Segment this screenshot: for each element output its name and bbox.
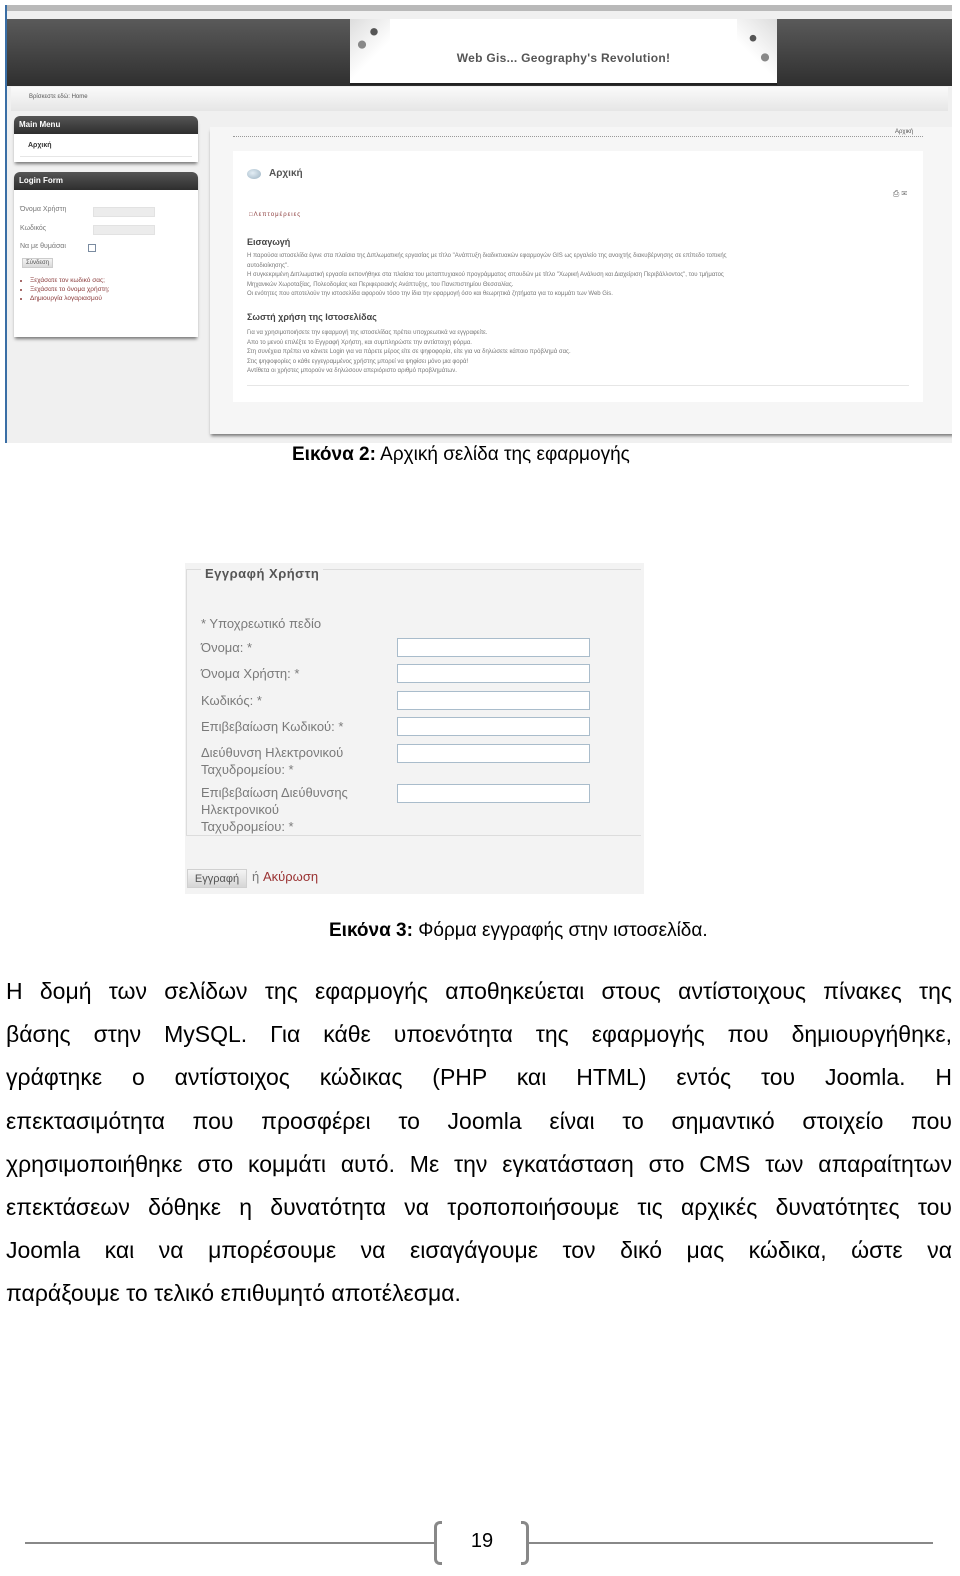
confirm-email-label-line: Ταχυδρομείου: * xyxy=(201,819,294,834)
caption-text: Φόρμα εγγραφής στην ιστοσελίδα. xyxy=(412,920,708,941)
intro-line: αυτοδιοίκησης". xyxy=(247,262,289,269)
usage-text: Για να χρησιμοποιήσετε την εφαρμογή της … xyxy=(247,329,907,377)
details-toggle[interactable]: □Λεπτομέρειες xyxy=(249,212,301,218)
password-label: Κωδικός xyxy=(20,225,47,232)
top-strip xyxy=(7,5,952,11)
or-text: ή xyxy=(252,869,260,884)
site-banner: Web Gis... Geography's Revolution! xyxy=(350,19,777,85)
usage-line: Απο το μενού επιλέξτε το Εγγραφή Χρήστη,… xyxy=(247,339,472,346)
paragraph-line: Joomla και να μπορέσουμε να εισαγάγουμε … xyxy=(6,1237,952,1264)
login-button[interactable]: Σύνδεση xyxy=(22,258,54,268)
ornament-right-icon xyxy=(737,19,777,83)
intro-line: Η συγκεκριμένη Διπλωματική εργασία εκπον… xyxy=(247,272,724,279)
email-input[interactable] xyxy=(397,744,590,763)
login-form-title: Login Form xyxy=(14,172,198,190)
article: Αρχική ⎙ ✉ □Λεπτομέρειες Εισαγωγή Η παρο… xyxy=(233,151,923,402)
main-menu-title: Main Menu xyxy=(14,116,198,134)
intro-line: Η παρούσα ιστοσελίδα έγινε στα πλαίσια τ… xyxy=(247,253,727,259)
password-label: Κωδικός: * xyxy=(201,693,262,708)
intro-line: Οι ενότητες που αποτελούν την ιστοσελίδα… xyxy=(247,291,613,298)
name-input[interactable] xyxy=(397,638,590,657)
menu-item-home[interactable]: Αρχική xyxy=(20,134,192,157)
article-title: Αρχική xyxy=(247,168,303,179)
register-button[interactable]: Εγγραφή xyxy=(187,869,247,888)
paragraph-line: Η δομή των σελίδων της εφαρμογής αποθηκε… xyxy=(6,978,952,1004)
breadcrumb: Βρίσκεστε εδώ: Home xyxy=(29,94,88,100)
usage-line: Αντίθετα οι χρήστες μπορούν να δηλώσουν … xyxy=(247,368,457,375)
email-icon[interactable]: ✉ xyxy=(901,189,907,198)
article-divider xyxy=(247,385,909,386)
main-menu-module: Main Menu Αρχική xyxy=(14,116,198,162)
email-label-line: Ταχυδρομείου: * xyxy=(201,762,294,777)
intro-heading: Εισαγωγή xyxy=(247,237,291,247)
figure-registration-form: Εγγραφή Χρήστη * Υποχρεωτικό πεδίο Όνομα… xyxy=(185,563,644,894)
confirm-email-label-line: Ηλεκτρονικού xyxy=(201,802,280,817)
confirm-email-label: Επιβεβαίωση Διεύθυνσης Ηλεκτρονικού Ταχυ… xyxy=(201,784,348,835)
paragraph-line: παράξουμε το τελικό επιθυμητό αποτέλεσμα… xyxy=(6,1280,461,1307)
article-title-text: Αρχική xyxy=(269,168,303,179)
cancel-link[interactable]: Ακύρωση xyxy=(263,869,318,884)
paragraph-line: γράφτηκε ο αντίστοιχος κώδικας (PHP και … xyxy=(6,1064,952,1091)
usage-heading: Σωστή χρήση της Ιστοσελίδας xyxy=(247,312,377,322)
banner-title: Web Gis... Geography's Revolution! xyxy=(456,51,671,65)
intro-line: Μηχανικών Χωροταξίας, Πολεοδομίας και Πε… xyxy=(247,281,514,288)
forgot-username-link[interactable]: Ξεχάσατε το όνομα χρήστη; xyxy=(30,285,110,294)
footer-rule-left xyxy=(25,1542,435,1544)
printer-icon[interactable]: ⎙ xyxy=(893,189,899,198)
body-paragraph: Η δομή των σελίδων της εφαρμογής αποθηκε… xyxy=(6,970,952,1316)
username-input[interactable] xyxy=(397,664,590,683)
confirm-email-input[interactable] xyxy=(397,784,590,803)
intro-text: Η παρούσα ιστοσελίδα έγινε στα πλαίσια τ… xyxy=(247,252,907,300)
left-bracket-icon xyxy=(434,1521,442,1565)
dotted-divider xyxy=(233,136,923,137)
breadcrumb-bar xyxy=(11,87,948,111)
forgot-password-link[interactable]: Ξεχάσατε τον κωδικό σας; xyxy=(30,276,110,285)
caption-label: Εικόνα 2: xyxy=(292,444,376,465)
required-note: * Υποχρεωτικό πεδίο xyxy=(201,616,322,631)
paragraph-line: βάσης στην MySQL. Για κάθε υποενότητα τη… xyxy=(6,1021,952,1048)
login-form-module: Login Form Όνομα Χρήστη Κωδικός Να με θυ… xyxy=(14,172,198,337)
password-input[interactable] xyxy=(397,691,590,710)
usage-line: Στις ψηφοφορίες ο κάθε εγγεγραμμένος χρή… xyxy=(247,358,469,365)
usage-line: Για να χρησιμοποιήσετε την εφαρμογή της … xyxy=(247,330,488,336)
paragraph-line: επεκτάσεων δόθηκε η δυνατότητα να τροποπ… xyxy=(6,1194,952,1221)
paragraph-line: επεκτασιμότητα που προσφέρει το Joomla ε… xyxy=(6,1107,952,1134)
confirm-email-label-line: Επιβεβαίωση Διεύθυνσης xyxy=(201,785,348,800)
username-label: Όνομα Χρήστη: * xyxy=(201,666,300,681)
details-label: Λεπτομέρειες xyxy=(253,212,302,218)
password-input[interactable] xyxy=(93,225,155,235)
registration-legend: Εγγραφή Χρήστη xyxy=(201,566,324,581)
pathway-right: Αρχική xyxy=(895,129,914,135)
footer-rule-right xyxy=(529,1542,933,1544)
page-number: 19 xyxy=(470,1530,494,1552)
remember-checkbox[interactable] xyxy=(88,244,96,252)
confirm-password-input[interactable] xyxy=(397,717,590,736)
caption-label: Εικόνα 3: xyxy=(329,920,413,941)
usage-line: Στη συνέχεια πρέπει να κάνετε Login για … xyxy=(247,349,571,356)
create-account-link[interactable]: Δημιουργία λογαριασμού xyxy=(30,294,110,303)
confirm-password-label: Επιβεβαίωση Κωδικού: * xyxy=(201,719,344,734)
email-label: Διεύθυνση Ηλεκτρονικού Ταχυδρομείου: * xyxy=(201,744,343,778)
caption-text: Αρχική σελίδα της εφαρμογής xyxy=(375,444,630,465)
login-links: Ξεχάσατε τον κωδικό σας; Ξεχάσατε το όνο… xyxy=(22,276,110,303)
article-icons: ⎙ ✉ xyxy=(893,189,907,199)
paragraph-line: χρησιμοποιήθηκε στο κομμάτι αυτό. Με την… xyxy=(6,1150,952,1177)
figure2-caption: Εικόνα 2: Αρχική σελίδα της εφαρμογής xyxy=(292,444,630,466)
remember-label: Να με θυμάσαι xyxy=(20,243,66,250)
name-label: Όνομα: * xyxy=(201,640,253,655)
username-label: Όνομα Χρήστη xyxy=(20,206,67,213)
figure3-caption: Εικόνα 3: Φόρμα εγγραφής στην ιστοσελίδα… xyxy=(329,920,708,942)
figure-homepage-screenshot: Web Gis... Geography's Revolution! Βρίσκ… xyxy=(5,5,952,443)
right-bracket-icon xyxy=(521,1521,529,1565)
username-input[interactable] xyxy=(93,207,155,217)
email-label-line: Διεύθυνση Ηλεκτρονικού xyxy=(201,745,344,760)
